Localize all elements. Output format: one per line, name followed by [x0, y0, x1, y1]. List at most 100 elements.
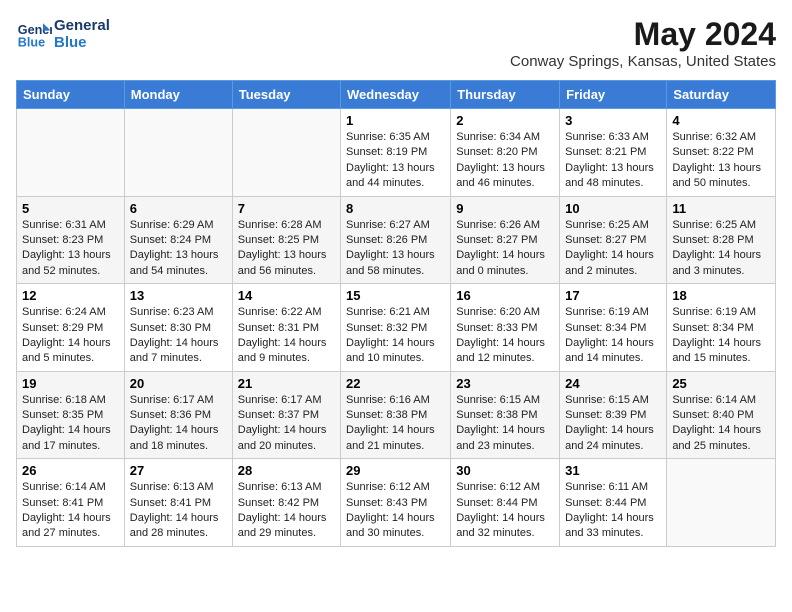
day-number: 1 — [346, 113, 445, 128]
day-info: Sunrise: 6:18 AM Sunset: 8:35 PM Dayligh… — [22, 393, 119, 455]
calendar-cell — [667, 459, 776, 547]
calendar-cell: 31 Sunrise: 6:11 AM Sunset: 8:44 PM Dayli… — [560, 459, 667, 547]
day-info: Sunrise: 6:25 AM Sunset: 8:27 PM Dayligh… — [565, 218, 661, 280]
day-info: Sunrise: 6:17 AM Sunset: 8:37 PM Dayligh… — [238, 393, 335, 455]
calendar-cell: 6Sunrise: 6:29 AM Sunset: 8:24 PM Daylig… — [124, 196, 232, 284]
day-info: Sunrise: 6:17 AM Sunset: 8:36 PM Dayligh… — [130, 393, 227, 455]
subtitle: Conway Springs, Kansas, United States — [510, 53, 776, 70]
calendar-cell: 12Sunrise: 6:24 AM Sunset: 8:29 PM Dayli… — [17, 284, 125, 372]
day-info: Sunrise: 6:31 AM Sunset: 8:23 PM Dayligh… — [22, 218, 119, 280]
day-number: 17 — [565, 288, 661, 303]
day-info: Sunrise: 6:33 AM Sunset: 8:21 PM Dayligh… — [565, 130, 661, 192]
calendar-cell: 18Sunrise: 6:19 AM Sunset: 8:34 PM Dayli… — [667, 284, 776, 372]
calendar-cell: 10 Sunrise: 6:25 AM Sunset: 8:27 PM Dayli… — [560, 196, 667, 284]
day-info: Sunrise: 6:26 AM Sunset: 8:27 PM Dayligh… — [456, 218, 554, 280]
day-number: 11 — [672, 201, 770, 216]
day-number: 20 — [130, 376, 227, 391]
day-number: 23 — [456, 376, 554, 391]
column-header-wednesday: Wednesday — [341, 81, 451, 109]
day-number: 8 — [346, 201, 445, 216]
day-number: 2 — [456, 113, 554, 128]
day-number: 28 — [238, 463, 335, 478]
logo-line1: General — [54, 17, 110, 34]
day-number: 10 — [565, 201, 661, 216]
day-info: Sunrise: 6:12 AM Sunset: 8:43 PM Dayligh… — [346, 480, 445, 542]
day-info: Sunrise: 6:11 AM Sunset: 8:44 PM Dayligh… — [565, 480, 661, 542]
calendar-cell: 3 Sunrise: 6:33 AM Sunset: 8:21 PM Daylig… — [560, 109, 667, 197]
calendar-cell: 27 Sunrise: 6:13 AM Sunset: 8:41 PM Dayli… — [124, 459, 232, 547]
day-number: 14 — [238, 288, 335, 303]
day-number: 9 — [456, 201, 554, 216]
column-header-thursday: Thursday — [451, 81, 560, 109]
svg-text:Blue: Blue — [18, 36, 45, 50]
day-info: Sunrise: 6:27 AM Sunset: 8:26 PM Dayligh… — [346, 218, 445, 280]
calendar-cell: 7Sunrise: 6:28 AM Sunset: 8:25 PM Daylig… — [232, 196, 340, 284]
calendar-cell: 20 Sunrise: 6:17 AM Sunset: 8:36 PM Dayli… — [124, 371, 232, 459]
day-info: Sunrise: 6:19 AM Sunset: 8:34 PM Dayligh… — [565, 305, 661, 367]
calendar-header-row: SundayMondayTuesdayWednesdayThursdayFrid… — [17, 81, 776, 109]
calendar-table: SundayMondayTuesdayWednesdayThursdayFrid… — [16, 80, 776, 547]
week-row-1: 1 Sunrise: 6:35 AM Sunset: 8:19 PM Daylig… — [17, 109, 776, 197]
day-info: Sunrise: 6:16 AM Sunset: 8:38 PM Dayligh… — [346, 393, 445, 455]
day-info: Sunrise: 6:20 AM Sunset: 8:33 PM Dayligh… — [456, 305, 554, 367]
day-info: Sunrise: 6:13 AM Sunset: 8:41 PM Dayligh… — [130, 480, 227, 542]
day-info: Sunrise: 6:24 AM Sunset: 8:29 PM Dayligh… — [22, 305, 119, 367]
calendar-cell: 24 Sunrise: 6:15 AM Sunset: 8:39 PM Dayli… — [560, 371, 667, 459]
day-info: Sunrise: 6:22 AM Sunset: 8:31 PM Dayligh… — [238, 305, 335, 367]
logo-icon: General Blue — [16, 16, 52, 52]
day-info: Sunrise: 6:25 AM Sunset: 8:28 PM Dayligh… — [672, 218, 770, 280]
calendar-cell: 25 Sunrise: 6:14 AM Sunset: 8:40 PM Dayli… — [667, 371, 776, 459]
day-number: 27 — [130, 463, 227, 478]
day-info: Sunrise: 6:12 AM Sunset: 8:44 PM Dayligh… — [456, 480, 554, 542]
calendar-cell: 23 Sunrise: 6:15 AM Sunset: 8:38 PM Dayli… — [451, 371, 560, 459]
calendar-cell: 19 Sunrise: 6:18 AM Sunset: 8:35 PM Dayli… — [17, 371, 125, 459]
day-info: Sunrise: 6:15 AM Sunset: 8:38 PM Dayligh… — [456, 393, 554, 455]
calendar-body: 1 Sunrise: 6:35 AM Sunset: 8:19 PM Daylig… — [17, 109, 776, 547]
week-row-2: 5 Sunrise: 6:31 AM Sunset: 8:23 PM Daylig… — [17, 196, 776, 284]
day-number: 24 — [565, 376, 661, 391]
header: General Blue General Blue May 2024 Conwa… — [16, 16, 776, 70]
main-title: May 2024 — [510, 16, 776, 53]
column-header-tuesday: Tuesday — [232, 81, 340, 109]
day-number: 3 — [565, 113, 661, 128]
day-number: 25 — [672, 376, 770, 391]
day-info: Sunrise: 6:14 AM Sunset: 8:40 PM Dayligh… — [672, 393, 770, 455]
day-info: Sunrise: 6:35 AM Sunset: 8:19 PM Dayligh… — [346, 130, 445, 192]
calendar-cell: 17 Sunrise: 6:19 AM Sunset: 8:34 PM Dayli… — [560, 284, 667, 372]
day-number: 15 — [346, 288, 445, 303]
day-info: Sunrise: 6:14 AM Sunset: 8:41 PM Dayligh… — [22, 480, 119, 542]
column-header-friday: Friday — [560, 81, 667, 109]
week-row-5: 26 Sunrise: 6:14 AM Sunset: 8:41 PM Dayli… — [17, 459, 776, 547]
calendar-cell: 28 Sunrise: 6:13 AM Sunset: 8:42 PM Dayli… — [232, 459, 340, 547]
title-area: May 2024 Conway Springs, Kansas, United … — [510, 16, 776, 70]
calendar-cell: 9 Sunrise: 6:26 AM Sunset: 8:27 PM Daylig… — [451, 196, 560, 284]
logo-line2: Blue — [54, 34, 110, 51]
day-info: Sunrise: 6:13 AM Sunset: 8:42 PM Dayligh… — [238, 480, 335, 542]
calendar-cell — [17, 109, 125, 197]
day-info: Sunrise: 6:15 AM Sunset: 8:39 PM Dayligh… — [565, 393, 661, 455]
calendar-cell: 29Sunrise: 6:12 AM Sunset: 8:43 PM Dayli… — [341, 459, 451, 547]
day-number: 18 — [672, 288, 770, 303]
calendar-cell: 11 Sunrise: 6:25 AM Sunset: 8:28 PM Dayli… — [667, 196, 776, 284]
column-header-monday: Monday — [124, 81, 232, 109]
day-number: 26 — [22, 463, 119, 478]
day-number: 19 — [22, 376, 119, 391]
day-number: 7 — [238, 201, 335, 216]
calendar-cell: 13 Sunrise: 6:23 AM Sunset: 8:30 PM Dayli… — [124, 284, 232, 372]
day-info: Sunrise: 6:29 AM Sunset: 8:24 PM Dayligh… — [130, 218, 227, 280]
calendar-cell — [124, 109, 232, 197]
calendar-cell: 26 Sunrise: 6:14 AM Sunset: 8:41 PM Dayli… — [17, 459, 125, 547]
day-info: Sunrise: 6:32 AM Sunset: 8:22 PM Dayligh… — [672, 130, 770, 192]
day-number: 16 — [456, 288, 554, 303]
logo: General Blue General Blue — [16, 16, 110, 52]
day-number: 31 — [565, 463, 661, 478]
day-info: Sunrise: 6:34 AM Sunset: 8:20 PM Dayligh… — [456, 130, 554, 192]
day-number: 13 — [130, 288, 227, 303]
calendar-cell: 8 Sunrise: 6:27 AM Sunset: 8:26 PM Daylig… — [341, 196, 451, 284]
calendar-cell: 30Sunrise: 6:12 AM Sunset: 8:44 PM Dayli… — [451, 459, 560, 547]
calendar-cell: 2 Sunrise: 6:34 AM Sunset: 8:20 PM Daylig… — [451, 109, 560, 197]
day-number: 5 — [22, 201, 119, 216]
calendar-cell: 16 Sunrise: 6:20 AM Sunset: 8:33 PM Dayli… — [451, 284, 560, 372]
day-info: Sunrise: 6:23 AM Sunset: 8:30 PM Dayligh… — [130, 305, 227, 367]
calendar-cell: 22Sunrise: 6:16 AM Sunset: 8:38 PM Dayli… — [341, 371, 451, 459]
